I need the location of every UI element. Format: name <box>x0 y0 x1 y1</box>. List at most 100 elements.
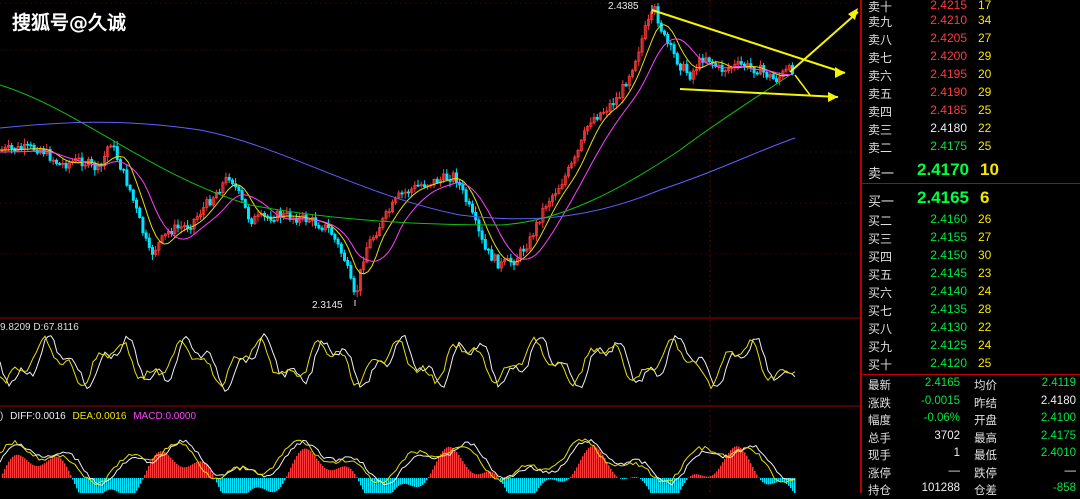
orderbook-row[interactable]: 买七2.413528 <box>862 302 1080 320</box>
macd-bar <box>228 478 230 493</box>
macd-bar <box>144 475 146 478</box>
macd-bar <box>230 478 232 493</box>
macd-bar <box>794 478 796 493</box>
level-label: 买四 <box>868 248 892 265</box>
macd-bar <box>410 478 412 485</box>
candle-body <box>686 64 688 72</box>
macd-bar <box>88 478 90 493</box>
orderbook-row[interactable]: 买八2.413022 <box>862 320 1080 338</box>
orderbook-row[interactable]: 卖九2.421034 <box>862 13 1080 31</box>
macd-bar <box>92 478 94 493</box>
macd-bar <box>622 478 624 479</box>
candle-body <box>343 253 345 260</box>
macd-bar <box>528 478 530 493</box>
macd-bar <box>650 478 652 493</box>
macd-bar <box>286 476 288 478</box>
level-price: 2.4120 <box>930 356 967 370</box>
level-price: 2.4185 <box>930 103 967 117</box>
orderbook-row[interactable]: 卖一2.417010 <box>862 160 1080 178</box>
macd-bar <box>204 463 206 478</box>
macd-bar <box>240 478 242 493</box>
level-volume: 10 <box>980 160 999 180</box>
macd-bar <box>586 450 588 478</box>
level-label: 买六 <box>868 284 892 301</box>
level-volume: 30 <box>978 248 991 262</box>
level-label: 卖五 <box>868 85 892 102</box>
macd-bar <box>218 478 220 487</box>
macd-bar <box>268 478 270 491</box>
stat-value: 2.4010 <box>1041 447 1076 459</box>
orderbook-row[interactable]: 买九2.412524 <box>862 338 1080 356</box>
macd-bar <box>188 466 190 478</box>
macd-bar <box>8 462 10 478</box>
level-volume: 17 <box>978 0 991 12</box>
orderbook-row[interactable]: 卖六2.419520 <box>862 67 1080 85</box>
macd-bar <box>708 477 710 478</box>
level-volume: 34 <box>978 13 991 27</box>
macd-bar <box>544 478 546 481</box>
orderbook-row[interactable]: 卖八2.420527 <box>862 31 1080 49</box>
macd-bar <box>600 452 602 478</box>
macd-bar <box>494 473 496 478</box>
macd-bar <box>530 478 532 493</box>
stat-label: 仓差 <box>974 482 997 498</box>
macd-bar <box>614 474 616 478</box>
macd-bar <box>684 478 686 483</box>
macd-bar <box>182 467 184 478</box>
candle-body <box>247 208 249 219</box>
orderbook-row[interactable]: 买三2.415527 <box>862 230 1080 248</box>
quote-panel: 卖十2.421517卖九2.421034卖八2.420527卖七2.420029… <box>860 0 1080 493</box>
macd-bar <box>158 452 160 478</box>
macd-bar <box>34 466 36 478</box>
macd-bar <box>364 478 366 493</box>
orderbook-row[interactable]: 卖二2.417525 <box>862 139 1080 157</box>
macd-bar <box>424 478 426 483</box>
orderbook-row[interactable]: 卖七2.420029 <box>862 49 1080 67</box>
macd-bar <box>476 474 478 478</box>
candle-body <box>436 179 438 183</box>
orderbook-row[interactable]: 卖五2.419029 <box>862 85 1080 103</box>
macd-bar <box>418 478 420 487</box>
macd-bar <box>580 460 582 478</box>
stat-value: 2.4100 <box>1041 412 1076 424</box>
level-price: 2.4190 <box>930 85 967 99</box>
orderbook-row[interactable]: 买一2.41656 <box>862 188 1080 206</box>
level-price: 2.4170 <box>917 160 969 180</box>
macd-bar <box>718 469 720 478</box>
macd-bar <box>70 475 72 478</box>
macd-bar <box>342 467 344 478</box>
macd-bar <box>58 457 60 478</box>
level-volume: 27 <box>978 31 991 45</box>
macd-bar <box>258 478 260 487</box>
macd-bar <box>570 477 572 478</box>
macd-bar <box>358 478 360 481</box>
macd-bar <box>460 458 462 478</box>
macd-bar <box>340 467 342 478</box>
candle-body <box>116 147 118 160</box>
stats-row: 现手1最低2.4010 <box>862 447 1080 464</box>
macd-bar <box>588 448 590 478</box>
orderbook-row[interactable]: 买四2.415030 <box>862 248 1080 266</box>
stat-label: 昨结 <box>974 395 997 411</box>
candle-body <box>148 238 150 247</box>
orderbook-row[interactable]: 买二2.416026 <box>862 212 1080 230</box>
candle-body <box>126 170 128 185</box>
stats-divider <box>862 374 1080 375</box>
macd-bar <box>174 462 176 478</box>
macd-bar <box>712 475 714 478</box>
orderbook-row[interactable]: 买十2.412025 <box>862 356 1080 374</box>
stat-label: 现手 <box>868 447 891 463</box>
orderbook-row[interactable]: 卖三2.418022 <box>862 121 1080 139</box>
macd-bar <box>294 459 296 478</box>
chart-area[interactable]: 搜狐号@久诚 2.4385 2.3145 9.8209 D:67.8116 ) … <box>0 0 860 493</box>
stat-label: 均价 <box>974 377 997 393</box>
macd-bar <box>612 472 614 478</box>
candle-body <box>756 73 758 74</box>
macd-bar <box>478 474 480 478</box>
orderbook-row[interactable]: 买六2.414024 <box>862 284 1080 302</box>
orderbook-row[interactable]: 买五2.414523 <box>862 266 1080 284</box>
macd-bar <box>750 463 752 478</box>
macd-bar <box>740 448 742 478</box>
macd-bar <box>704 476 706 478</box>
orderbook-row[interactable]: 卖四2.418525 <box>862 103 1080 121</box>
